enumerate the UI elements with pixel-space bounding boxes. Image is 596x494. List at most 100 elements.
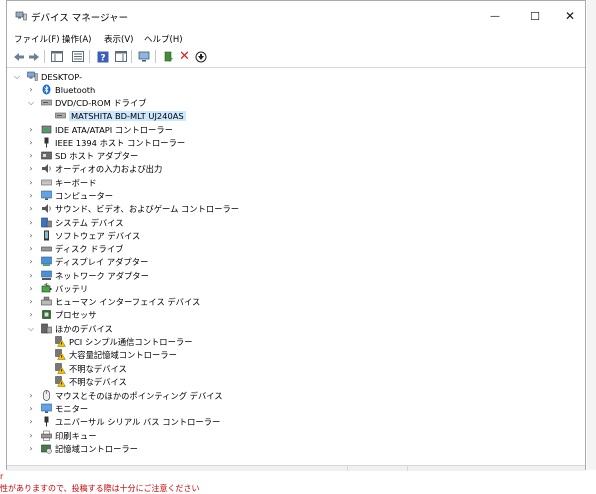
chevron-right-icon[interactable]: › [27, 415, 35, 428]
back-icon [13, 52, 24, 61]
tree-item-processors[interactable]: › プロセッサ [27, 308, 97, 321]
update-driver-button[interactable] [161, 49, 176, 64]
chevron-down-icon[interactable]: ⌵ [13, 70, 21, 83]
chevron-right-icon[interactable]: › [27, 229, 35, 242]
storage-controller-icon [41, 443, 52, 454]
tree-item-other-unknown-1[interactable]: 不明なデバイス [55, 362, 127, 375]
tree-root-label: DESKTOP- [41, 71, 83, 82]
chevron-right-icon[interactable]: › [27, 136, 35, 149]
chevron-right-icon[interactable]: › [27, 442, 35, 455]
chevron-down-icon[interactable]: ⌵ [27, 322, 35, 335]
chevron-right-icon[interactable]: › [27, 216, 35, 229]
network-adapter-icon [41, 270, 52, 281]
tree-item-print-queues[interactable]: › 印刷キュー [27, 429, 97, 442]
tree-item-label: サウンド、ビデオ、およびゲーム コントローラー [55, 203, 240, 214]
sd-host-icon [41, 150, 52, 161]
tree-item-label: 不明なデバイス [69, 363, 127, 374]
tree-item-usb-controllers[interactable]: › ユニバーサル シリアル バス コントローラー [27, 415, 220, 428]
forward-button[interactable] [26, 49, 41, 64]
device-manager-app-icon [15, 11, 27, 21]
tree-item-label: ユニバーサル シリアル バス コントローラー [55, 416, 221, 427]
tree-item-storage-controllers[interactable]: › 記憶域コントローラー [27, 442, 138, 455]
scan-hardware-button[interactable] [137, 49, 152, 64]
tree-root[interactable]: ⌵ DESKTOP- [13, 70, 82, 83]
chevron-right-icon[interactable]: › [27, 308, 35, 321]
uninstall-button[interactable]: ✕ [177, 49, 192, 64]
close-button[interactable]: ✕ [552, 1, 588, 31]
minimize-button[interactable]: — [477, 1, 513, 31]
tree-item-disk-drives[interactable]: › ディスク ドライブ [27, 242, 123, 255]
title-bar[interactable]: デバイス マネージャー — ☐ ✕ [7, 1, 585, 31]
tree-item-label: SD ホスト アダプター [55, 150, 139, 161]
back-button[interactable] [11, 49, 26, 64]
help-button[interactable]: ? [95, 49, 110, 64]
action-pane-button[interactable] [113, 49, 128, 64]
tree-item-system-devices[interactable]: › システム デバイス [27, 216, 123, 229]
tree-item-label: ヒューマン インターフェイス デバイス [55, 296, 201, 307]
background-text-line-1: r [0, 472, 4, 481]
chevron-right-icon[interactable]: › [27, 149, 35, 162]
chevron-right-icon[interactable]: › [27, 255, 35, 268]
tree-item-other-unknown-2[interactable]: 不明なデバイス [55, 375, 127, 388]
chevron-right-icon[interactable]: › [27, 176, 35, 189]
chevron-right-icon[interactable]: › [27, 269, 35, 282]
minimize-icon: — [490, 10, 500, 22]
tree-item-other-devices[interactable]: ⌵ ほかのデバイス [27, 322, 113, 335]
tree-item-network-adapters[interactable]: › ネットワーク アダプター [27, 269, 149, 282]
maximize-button[interactable]: ☐ [517, 1, 553, 31]
tree-item-sound-video-game[interactable]: › サウンド、ビデオ、およびゲーム コントローラー [27, 202, 239, 215]
properties-button[interactable] [70, 49, 85, 64]
tree-item-label: IDE ATA/ATAPI コントローラー [55, 124, 173, 135]
tree-item-dvd-device[interactable]: MATSHITA BD-MLT UJ240AS [55, 109, 186, 122]
tree-item-label: プロセッサ [55, 309, 97, 320]
status-cell [407, 466, 468, 471]
tree-item-battery[interactable]: › バッテリ [27, 282, 88, 295]
tree-item-other-pci[interactable]: PCI シンプル通信コントローラー [55, 335, 193, 348]
dvd-drive-icon [41, 97, 52, 108]
usb-icon [41, 416, 52, 427]
chevron-right-icon[interactable]: › [27, 389, 35, 402]
menu-help[interactable]: ヘルプ(H) [144, 33, 183, 45]
disable-device-button[interactable] [193, 49, 208, 64]
tree-item-label: Bluetooth [55, 84, 96, 95]
tree-item-monitors[interactable]: › モニター [27, 402, 88, 415]
chevron-right-icon[interactable]: › [27, 189, 35, 202]
tree-item-mice[interactable]: › マウスとそのほかのポインティング デバイス [27, 389, 223, 402]
unknown-device-warning-icon [55, 336, 66, 347]
tree-item-bluetooth[interactable]: › Bluetooth [27, 83, 95, 96]
display-adapter-icon [41, 256, 52, 267]
chevron-right-icon[interactable]: › [27, 402, 35, 415]
tree-item-software-devices[interactable]: › ソフトウェア デバイス [27, 229, 140, 242]
properties-icon [71, 51, 84, 62]
status-bar [7, 465, 585, 471]
chevron-right-icon[interactable]: › [27, 83, 35, 96]
tree-item-label: 不明なデバイス [69, 376, 127, 387]
hid-icon [41, 296, 52, 307]
tree-item-other-storage[interactable]: 大容量記憶域コントローラー [55, 348, 177, 361]
chevron-right-icon[interactable]: › [27, 202, 35, 215]
menu-action[interactable]: 操作(A) [62, 33, 91, 45]
background-text-line-2: 性がありますので、投稿する際は十分にご注意ください [0, 484, 200, 493]
show-hide-console-tree-button[interactable] [49, 49, 64, 64]
tree-item-dvd-cdrom[interactable]: ⌵ DVD/CD-ROM ドライブ [27, 96, 147, 109]
tree-item-ieee1394[interactable]: › IEEE 1394 ホスト コントローラー [27, 136, 185, 149]
menu-view[interactable]: 表示(V) [104, 33, 133, 45]
tree-item-computer[interactable]: › コンピューター [27, 189, 113, 202]
tree-item-hid[interactable]: › ヒューマン インターフェイス デバイス [27, 295, 200, 308]
tree-item-keyboard[interactable]: › キーボード [27, 176, 96, 189]
tree-item-ide[interactable]: › IDE ATA/ATAPI コントローラー [27, 123, 173, 136]
chevron-right-icon[interactable]: › [27, 162, 35, 175]
action-pane-icon [114, 51, 127, 62]
tree-item-display-adapters[interactable]: › ディスプレイ アダプター [27, 255, 148, 268]
chevron-right-icon[interactable]: › [27, 295, 35, 308]
chevron-right-icon[interactable]: › [27, 429, 35, 442]
bluetooth-icon [41, 84, 52, 95]
chevron-down-icon[interactable]: ⌵ [27, 96, 35, 109]
tree-item-audio-io[interactable]: › オーディオの入力および出力 [27, 162, 162, 175]
chevron-right-icon[interactable]: › [27, 282, 35, 295]
chevron-right-icon[interactable]: › [27, 242, 35, 255]
chevron-right-icon[interactable]: › [27, 123, 35, 136]
processor-icon [41, 309, 52, 320]
menu-file[interactable]: ファイル(F) [14, 33, 60, 45]
tree-item-sd-host[interactable]: › SD ホスト アダプター [27, 149, 138, 162]
